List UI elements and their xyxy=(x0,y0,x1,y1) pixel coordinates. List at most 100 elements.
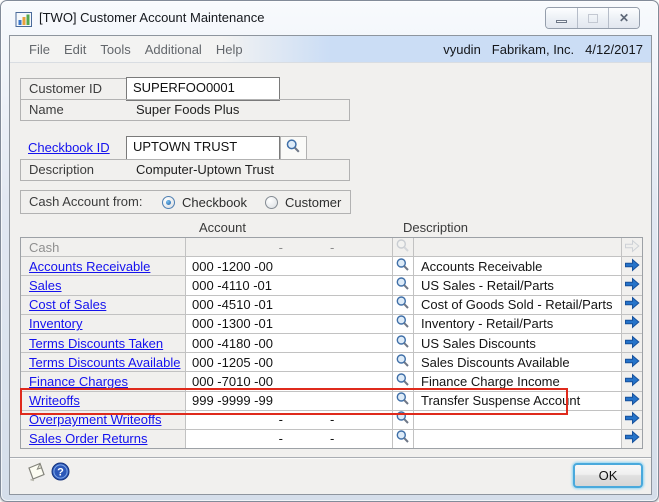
arrow-right-icon xyxy=(624,239,640,256)
account-lookup-button[interactable] xyxy=(393,276,414,295)
checkbook-id-field[interactable]: UPTOWN TRUST xyxy=(126,136,280,160)
account-number-field[interactable]: 000 -4110 -01 xyxy=(186,276,393,295)
account-type-link[interactable]: Inventory xyxy=(29,316,82,331)
arrow-right-icon xyxy=(624,335,640,352)
maximize-button[interactable] xyxy=(577,8,608,28)
close-button[interactable]: ✕ xyxy=(608,8,639,28)
magnifier-icon xyxy=(395,238,411,256)
cash-account-from-group: Cash Account from: Checkbook Customer xyxy=(20,190,351,214)
magnifier-icon xyxy=(395,392,411,410)
account-number-field[interactable]: 000 -1300 -01 xyxy=(186,314,393,333)
account-description-field xyxy=(414,410,622,429)
account-description-field: Accounts Receivable xyxy=(414,257,622,276)
account-lookup-button[interactable] xyxy=(393,353,414,372)
account-type-link[interactable]: Terms Discounts Available xyxy=(29,355,181,370)
account-description-field: Finance Charge Income xyxy=(414,372,622,391)
status-date[interactable]: 4/12/2017 xyxy=(585,42,643,57)
menu-edit[interactable]: Edit xyxy=(64,42,86,57)
row-open-button xyxy=(622,238,642,257)
account-description-field: Transfer Suspense Account xyxy=(414,391,622,410)
row-open-button[interactable] xyxy=(622,372,642,391)
magnifier-icon xyxy=(395,296,411,314)
magnifier-icon xyxy=(395,257,411,275)
minimize-button[interactable] xyxy=(546,8,577,28)
row-label: Cash xyxy=(29,239,60,255)
table-row: Sales 000 -4110 -01 US Sales - Retail/Part… xyxy=(21,276,642,296)
row-open-button[interactable] xyxy=(622,276,642,295)
radio-customer-label[interactable]: Customer xyxy=(285,191,341,214)
menu-tools[interactable]: Tools xyxy=(100,42,130,57)
account-number-field[interactable]: 000 -7010 -00 xyxy=(186,372,393,391)
checkbook-description-value: Computer-Uptown Trust xyxy=(136,162,274,177)
account-lookup-button[interactable] xyxy=(393,429,414,449)
table-row: Cash - - xyxy=(21,238,642,258)
arrow-right-icon xyxy=(624,258,640,275)
account-type-link[interactable]: Overpayment Writeoffs xyxy=(29,412,161,427)
account-number-field[interactable]: - - xyxy=(186,410,393,429)
radio-checkbook-label[interactable]: Checkbook xyxy=(182,191,247,214)
help-button[interactable]: ? xyxy=(51,462,70,481)
account-number-field[interactable]: 000 -4180 -00 xyxy=(186,333,393,353)
account-type-link[interactable]: Terms Discounts Taken xyxy=(29,336,163,351)
account-number-field[interactable]: 000 -1205 -00 xyxy=(186,353,393,372)
name-value: Super Foods Plus xyxy=(136,102,240,117)
row-open-button[interactable] xyxy=(622,391,642,410)
account-type-link[interactable]: Sales Order Returns xyxy=(29,431,148,446)
status-company[interactable]: Fabrikam, Inc. xyxy=(492,42,574,57)
status-user[interactable]: vyudin xyxy=(443,42,481,57)
account-lookup-button[interactable] xyxy=(393,391,414,410)
menu-additional[interactable]: Additional xyxy=(145,42,202,57)
account-lookup-button xyxy=(393,238,414,257)
row-open-button[interactable] xyxy=(622,429,642,449)
row-open-button[interactable] xyxy=(622,410,642,429)
close-icon: ✕ xyxy=(618,11,630,25)
account-lookup-button[interactable] xyxy=(393,295,414,314)
radio-customer[interactable] xyxy=(265,196,278,209)
row-label-cell: Overpayment Writeoffs xyxy=(21,410,186,429)
window-titlebar[interactable]: [TWO] Customer Account Maintenance ✕ xyxy=(1,1,658,35)
account-type-link[interactable]: Cost of Sales xyxy=(29,297,106,312)
checkbook-lookup-button[interactable] xyxy=(280,136,307,160)
account-lookup-button[interactable] xyxy=(393,257,414,276)
table-row: Terms Discounts Available 000 -1205 -00 Sa… xyxy=(21,353,642,373)
radio-checkbook[interactable] xyxy=(162,196,175,209)
checkbook-id-link[interactable]: Checkbook ID xyxy=(28,140,110,155)
menu-file[interactable]: File xyxy=(29,42,50,57)
menu-help[interactable]: Help xyxy=(216,42,243,57)
row-open-button[interactable] xyxy=(622,353,642,372)
account-lookup-button[interactable] xyxy=(393,372,414,391)
row-label-cell: Writeoffs xyxy=(21,391,186,410)
account-number-field[interactable]: 000 -4510 -01 xyxy=(186,295,393,314)
table-row: Finance Charges 000 -7010 -00 Finance Char… xyxy=(21,372,642,392)
account-type-link[interactable]: Writeoffs xyxy=(29,393,80,408)
table-row: Sales Order Returns - - xyxy=(21,429,642,449)
app-icon xyxy=(15,11,33,28)
row-open-button[interactable] xyxy=(622,314,642,333)
ok-button[interactable]: OK xyxy=(573,463,643,488)
account-type-link[interactable]: Sales xyxy=(29,278,62,293)
magnifier-icon xyxy=(395,411,411,429)
account-type-link[interactable]: Accounts Receivable xyxy=(29,259,150,274)
row-open-button[interactable] xyxy=(622,333,642,353)
description-column-header: Description xyxy=(403,220,469,235)
window-client-area: File Edit Tools Additional Help vyudin F… xyxy=(9,35,652,495)
account-type-link[interactable]: Finance Charges xyxy=(29,374,128,389)
account-description-field xyxy=(414,429,622,449)
account-lookup-button[interactable] xyxy=(393,333,414,353)
note-button[interactable] xyxy=(24,461,48,483)
account-lookup-button[interactable] xyxy=(393,410,414,429)
row-label-cell: Terms Discounts Available xyxy=(21,353,186,372)
account-number-field[interactable]: 000 -1200 -00 xyxy=(186,257,393,276)
magnifier-icon xyxy=(395,372,411,390)
account-lookup-button[interactable] xyxy=(393,314,414,333)
account-description-field: Sales Discounts Available xyxy=(414,353,622,372)
account-number-field[interactable]: - - xyxy=(186,429,393,449)
row-open-button[interactable] xyxy=(622,295,642,314)
account-number-field[interactable]: 999 -9999 -99 xyxy=(186,391,393,410)
row-label-cell: Sales Order Returns xyxy=(21,429,186,449)
customer-id-field[interactable]: SUPERFOO0001 xyxy=(126,77,280,101)
row-open-button[interactable] xyxy=(622,257,642,276)
window: [TWO] Customer Account Maintenance ✕ Fil… xyxy=(0,0,659,502)
help-icon: ? xyxy=(51,462,70,484)
table-row: Overpayment Writeoffs - - xyxy=(21,410,642,430)
